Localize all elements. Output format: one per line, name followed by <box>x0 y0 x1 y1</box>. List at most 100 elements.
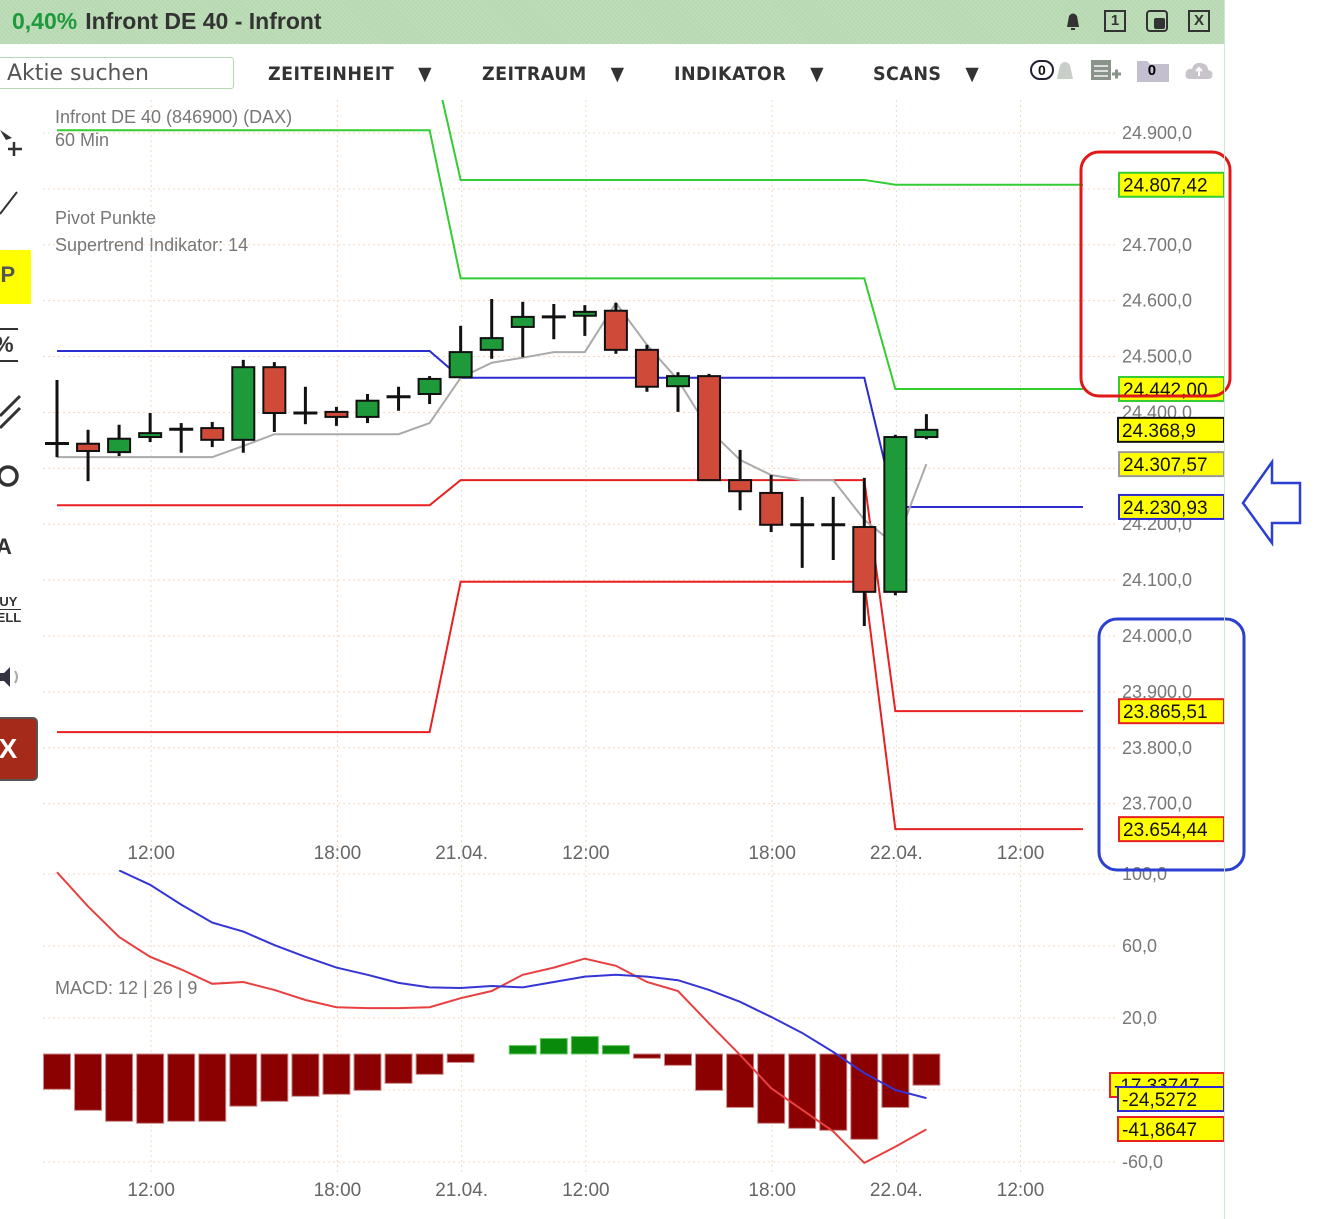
histogram-bar <box>198 1053 227 1122</box>
candle-body <box>76 442 101 453</box>
price-axis-label: 24.900,0 <box>1122 123 1192 143</box>
price-tags: 24.807,42 24.442,00 24.368,9 24.307,57 24.23… <box>1109 171 1225 1142</box>
histogram-bar <box>508 1045 537 1055</box>
time-axis-label: 21.04. <box>435 843 488 864</box>
value-tag: -24,5272 <box>1117 1086 1225 1112</box>
candle-body <box>479 337 504 351</box>
price-axis-label: 24.600,0 <box>1122 291 1192 311</box>
histogram-bar <box>384 1053 413 1084</box>
candle <box>634 344 659 392</box>
macd-histogram <box>43 1036 941 1140</box>
macd-axis-label: -60,0 <box>1122 1152 1163 1172</box>
candle-body <box>572 310 597 317</box>
candle <box>697 373 722 482</box>
candle <box>914 414 939 440</box>
histogram-bar <box>539 1038 568 1055</box>
candle <box>262 362 287 433</box>
time-axis-label: 22.04. <box>870 1180 923 1201</box>
time-axis-label: 12:00 <box>997 1180 1045 1201</box>
legend-instrument: Infront DE 40 (846900) (DAX) <box>55 107 292 127</box>
histogram-bar <box>632 1053 661 1059</box>
pivot-line-support <box>57 479 1083 713</box>
candle-body <box>883 436 908 593</box>
value-tag-text: -41,8647 <box>1122 1120 1197 1141</box>
time-axis-label: 12:00 <box>127 1180 175 1201</box>
candle-body <box>759 491 784 526</box>
value-tag-text: 24.807,42 <box>1123 176 1208 197</box>
histogram-bar <box>291 1053 320 1097</box>
histogram-bar <box>43 1053 71 1090</box>
value-tag: 24.807,42 <box>1118 171 1225 198</box>
candle <box>603 302 628 354</box>
candle-body <box>666 375 690 388</box>
candle-body <box>634 348 659 388</box>
candle-body <box>262 366 287 415</box>
histogram-bar <box>601 1045 630 1055</box>
legend-pivot: Pivot Punkte <box>55 208 156 228</box>
chart-canvas[interactable]: 24.900,024.700,024.600,024.500,024.400,0… <box>0 0 1317 1219</box>
candle <box>417 376 442 405</box>
macd-axis-label: 100,0 <box>1122 864 1167 884</box>
candle <box>231 359 256 453</box>
candle <box>541 304 566 340</box>
candle <box>572 305 597 336</box>
time-axis-label: 18:00 <box>748 843 796 864</box>
candle <box>324 406 349 426</box>
price-axis-label: 24.100,0 <box>1122 570 1192 590</box>
time-axis-label: 21.04. <box>435 1180 488 1201</box>
pivot-line-support <box>57 580 1083 831</box>
price-axis-label: 24.700,0 <box>1122 235 1192 255</box>
candle-body <box>448 351 473 379</box>
histogram-bar <box>229 1053 258 1107</box>
histogram-bar <box>726 1053 755 1108</box>
candle-body <box>852 526 877 593</box>
candle <box>355 394 380 424</box>
axes-labels: 24.900,024.700,024.600,024.500,024.400,0… <box>127 123 1192 1201</box>
candle <box>821 496 846 560</box>
candle <box>200 421 225 448</box>
histogram-bar <box>353 1053 382 1091</box>
time-axis-label: 12:00 <box>997 843 1045 864</box>
value-tag-text: 23.865,51 <box>1123 702 1208 723</box>
candle-body <box>231 366 256 441</box>
value-tag: 23.865,51 <box>1118 698 1225 725</box>
candle-body <box>355 399 380 418</box>
value-tag-text: 24.230,93 <box>1123 498 1208 519</box>
candle-body <box>200 427 225 441</box>
macd-axis-label: 60,0 <box>1122 936 1157 956</box>
value-tag: 24.230,93 <box>1118 493 1225 520</box>
time-axis-label: 22.04. <box>870 843 923 864</box>
histogram-bar <box>664 1053 692 1066</box>
legend-supertrend: Supertrend Indikator: 14 <box>55 235 248 255</box>
candle-body <box>510 315 535 328</box>
histogram-bar <box>105 1053 134 1122</box>
arrow-left-annotation-icon <box>1241 458 1302 547</box>
histogram-bar <box>819 1053 848 1131</box>
price-axis-label: 23.700,0 <box>1122 794 1192 814</box>
macd-axis-label: 20,0 <box>1122 1008 1157 1028</box>
candle-body <box>728 479 753 493</box>
candle <box>138 413 163 443</box>
value-tag: 24.307,57 <box>1118 451 1225 478</box>
price-axis-label: 23.800,0 <box>1122 738 1192 758</box>
candle <box>45 380 69 458</box>
histogram-bar <box>881 1053 910 1108</box>
candle <box>510 301 535 358</box>
value-tag-text: 24.442,00 <box>1123 380 1208 401</box>
grid <box>43 100 1115 1175</box>
histogram-bar <box>74 1053 103 1111</box>
value-tag-text: -24,5272 <box>1122 1090 1197 1111</box>
candle <box>759 475 784 533</box>
time-axis-label: 18:00 <box>314 1180 362 1201</box>
panel-border <box>1224 0 1225 1219</box>
histogram-bar <box>322 1053 351 1095</box>
value-tag-text: 24.368,9 <box>1122 421 1196 442</box>
histogram-bar <box>446 1053 475 1063</box>
candle-body <box>417 377 442 396</box>
candle <box>728 449 753 511</box>
candle-body <box>697 375 722 482</box>
candle <box>790 496 815 568</box>
candle-body <box>138 432 163 439</box>
candle-body <box>107 437 132 454</box>
time-axis-label: 12:00 <box>127 843 175 864</box>
